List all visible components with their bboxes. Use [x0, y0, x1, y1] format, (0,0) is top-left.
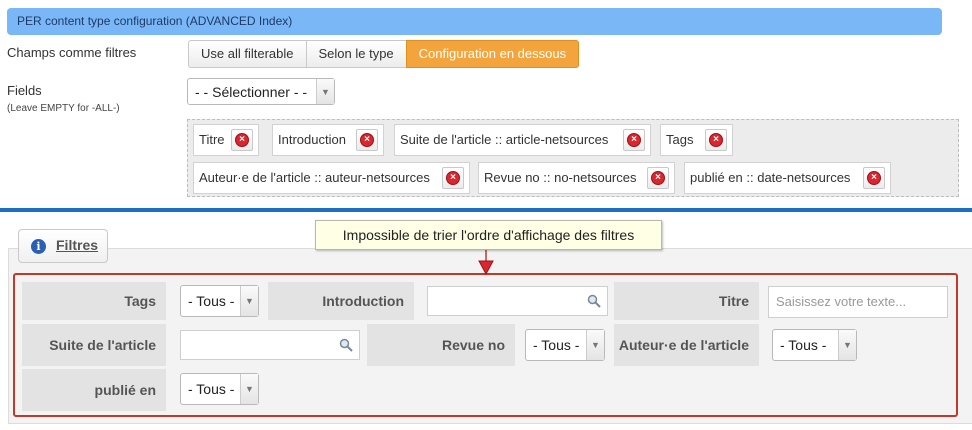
fields-select-value: - - Sélectionner - -	[195, 84, 308, 100]
filters-tab-label[interactable]: Filtres	[56, 237, 98, 253]
chevron-down-icon: ▼	[316, 79, 334, 104]
remove-icon: ×	[867, 171, 881, 185]
selected-field-tag: Titre ×	[193, 124, 259, 156]
remove-icon: ×	[446, 171, 460, 185]
remove-auteur-button[interactable]: ×	[442, 167, 464, 189]
remove-icon: ×	[651, 171, 665, 185]
remove-suite-button[interactable]: ×	[623, 129, 645, 151]
tag-label: Introduction	[278, 132, 346, 147]
remove-publie-button[interactable]: ×	[863, 167, 885, 189]
annotation-callout: Impossible de trier l'ordre d'affichage …	[315, 220, 662, 250]
section-divider	[0, 208, 972, 212]
tag-label: Auteur·e de l'article :: auteur-netsourc…	[199, 170, 430, 185]
selected-field-tag: publié en :: date-netsources ×	[684, 162, 891, 194]
fields-hint: (Leave EMPTY for -ALL-)	[7, 103, 120, 114]
filters-tab[interactable]: i Filtres	[18, 229, 108, 263]
annotation-arrow-icon	[478, 248, 494, 276]
tag-label: Titre	[199, 132, 225, 147]
annotation-highlight-frame	[13, 273, 958, 417]
remove-icon: ×	[235, 133, 249, 147]
section-title-bar: PER content type configuration (ADVANCED…	[7, 8, 942, 35]
selected-field-tag: Tags ×	[660, 124, 733, 156]
remove-icon: ×	[709, 133, 723, 147]
remove-introduction-button[interactable]: ×	[356, 129, 378, 151]
remove-tags-button[interactable]: ×	[705, 129, 727, 151]
mode-use-all-button[interactable]: Use all filterable	[188, 40, 307, 68]
remove-icon: ×	[627, 133, 641, 147]
selected-fields-area: Titre × Introduction × Suite de l'articl…	[187, 119, 959, 197]
mode-configuration-button[interactable]: Configuration en dessous	[405, 40, 580, 68]
tag-label: Suite de l'article :: article-netsources	[400, 132, 609, 147]
remove-revue-button[interactable]: ×	[647, 167, 669, 189]
champs-label: Champs comme filtres	[7, 45, 137, 60]
remove-titre-button[interactable]: ×	[231, 129, 253, 151]
tag-label: publié en :: date-netsources	[690, 170, 851, 185]
fields-select[interactable]: - - Sélectionner - - ▼	[187, 78, 335, 105]
selected-field-tag: Auteur·e de l'article :: auteur-netsourc…	[193, 162, 470, 194]
filter-mode-toggle: Use all filterable Selon le type Configu…	[188, 40, 580, 68]
selected-field-tag: Suite de l'article :: article-netsources…	[394, 124, 651, 156]
tag-label: Revue no :: no-netsources	[484, 170, 637, 185]
mode-selon-type-button[interactable]: Selon le type	[305, 40, 407, 68]
tag-label: Tags	[666, 132, 694, 147]
info-icon: i	[31, 239, 46, 254]
selected-field-tag: Introduction ×	[272, 124, 384, 156]
fields-label: Fields	[7, 83, 42, 98]
remove-icon: ×	[360, 133, 374, 147]
selected-field-tag: Revue no :: no-netsources ×	[478, 162, 675, 194]
